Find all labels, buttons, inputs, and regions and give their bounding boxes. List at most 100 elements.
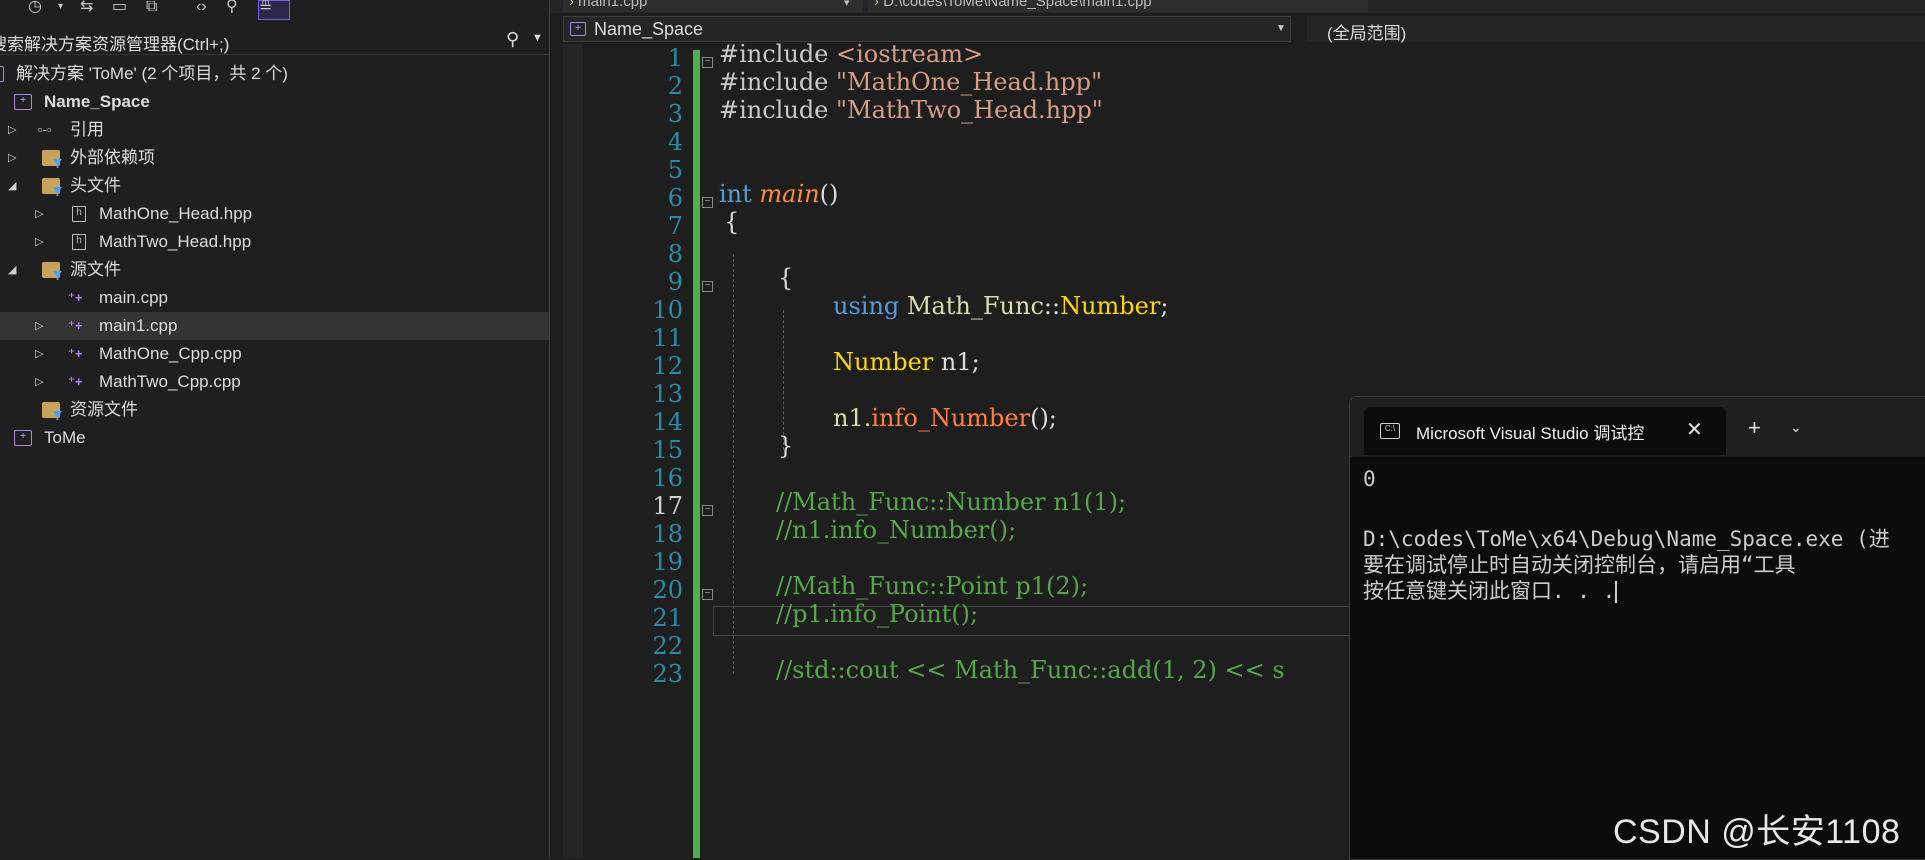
expand-arrow-icon[interactable]: ▷	[8, 144, 16, 172]
tab-file-path[interactable]: › D:\codes\ToMe\Name_Space\main1.cpp	[868, 0, 1368, 12]
project-dropdown-label: Name_Space	[594, 19, 704, 39]
sync-icon[interactable]: ⇆	[80, 0, 93, 18]
code-line-23: //std::cout << Math_Func::add(1, 2) << s	[776, 656, 1285, 684]
line-number-current: 17	[652, 492, 683, 520]
code-line-2: #include "MathOne_Head.hpp"	[719, 68, 1103, 96]
tree-item-source-files[interactable]: ◢ 源文件	[0, 256, 549, 284]
fold-toggle-icon[interactable]: −	[702, 505, 713, 516]
cpp-file-icon: ⁺+	[68, 290, 83, 305]
tree-item-label: 引用	[70, 120, 104, 139]
tab-label: D:\codes\ToMe\Name_Space\main1.cpp	[883, 0, 1152, 10]
line-number: 5	[667, 156, 683, 184]
fold-toggle-icon[interactable]: −	[702, 589, 713, 600]
tree-item-main1-cpp[interactable]: ▷ ⁺+ main1.cpp	[0, 312, 549, 340]
line-number: 10	[652, 296, 683, 324]
cpp-project-icon: +	[570, 22, 586, 36]
line-number: 20	[652, 576, 683, 604]
fold-toggle-icon[interactable]: −	[702, 281, 713, 292]
solution-explorer-panel: ◷ ▾ ⇆ ▭ ⧉ ‹› ⚲ ≞ 搜索解决方案资源管理器(Ctrl+;) ⚲ ▼…	[0, 0, 550, 858]
tree-item-mathtwo-cpp[interactable]: ▷ ⁺+ MathTwo_Cpp.cpp	[0, 368, 549, 396]
expand-arrow-icon[interactable]: ▷	[35, 200, 43, 228]
tab-main1-cpp[interactable]: › main1.cpp	[563, 0, 863, 12]
indent-guide	[783, 310, 784, 450]
cpp-file-icon: ⁺+	[68, 374, 83, 389]
external-deps-icon	[42, 150, 60, 166]
console-output-line: 0	[1363, 467, 1376, 491]
line-number: 19	[652, 548, 683, 576]
cpp-file-icon: ⁺+	[68, 346, 83, 361]
fold-toggle-icon[interactable]: −	[702, 57, 713, 68]
change-tracking-bar	[693, 50, 700, 858]
chevron-down-icon[interactable]: ▼	[1276, 23, 1286, 34]
debug-console-window[interactable]: C:\ Microsoft Visual Studio 调试控 ✕ + ⌄ 0 …	[1349, 396, 1925, 860]
filter-folder-icon	[42, 178, 60, 194]
tree-item-header-files[interactable]: ◢ 头文件	[0, 172, 549, 200]
header-file-icon: h	[72, 234, 86, 250]
expand-arrow-icon[interactable]: ▷	[35, 312, 43, 340]
line-number: 1	[667, 44, 683, 72]
tree-item-mathone-head[interactable]: ▷ h MathOne_Head.hpp	[0, 200, 549, 228]
show-all-files-icon[interactable]: ⧉	[146, 0, 157, 18]
close-icon[interactable]: ✕	[1686, 417, 1703, 442]
tree-item-label: 资源文件	[70, 400, 138, 419]
collapse-icon[interactable]: ▭	[112, 0, 127, 18]
watermark: CSDN @长安1108	[1613, 813, 1901, 851]
line-number: 18	[652, 520, 683, 548]
solution-icon	[0, 66, 4, 82]
code-line-9: {	[778, 264, 794, 292]
line-number: 2	[667, 72, 683, 100]
chevron-down-icon[interactable]: ▾	[844, 0, 850, 9]
solution-search-placeholder: 搜索解决方案资源管理器(Ctrl+;)	[0, 35, 230, 54]
code-line-12: Number n1;	[833, 348, 980, 376]
code-line-7: {	[724, 208, 740, 236]
solution-search-box[interactable]: 搜索解决方案资源管理器(Ctrl+;) ⚲ ▼	[0, 26, 549, 55]
tree-item-resource-files[interactable]: 资源文件	[0, 396, 549, 424]
tree-item-mathone-cpp[interactable]: ▷ ⁺+ MathOne_Cpp.cpp	[0, 340, 549, 368]
tree-item-label: MathOne_Head.hpp	[99, 204, 253, 223]
code-line-14: n1.info_Number();	[833, 404, 1057, 432]
terminal-icon: C:\	[1380, 423, 1400, 439]
console-tab-bar: C:\ Microsoft Visual Studio 调试控 ✕ + ⌄	[1350, 397, 1925, 457]
tree-item-references[interactable]: ▷ ▫-▫ 引用	[0, 116, 549, 144]
collapse-arrow-icon[interactable]: ◢	[8, 172, 16, 200]
code-line-1: #include <iostream>	[719, 40, 984, 68]
tree-item-project-tome[interactable]: + ToMe	[0, 424, 549, 452]
code-view-icon[interactable]: ‹›	[196, 0, 207, 18]
scope-dropdown-label: (全局范围)	[1327, 24, 1407, 43]
expand-arrow-icon[interactable]: ▷	[35, 228, 43, 256]
line-number: 11	[652, 324, 683, 352]
expand-arrow-icon[interactable]: ▷	[35, 368, 43, 396]
tab-label: main1.cpp	[578, 0, 648, 10]
project-dropdown[interactable]: + Name_Space ▼	[563, 16, 1291, 42]
tree-item-label: 源文件	[70, 260, 121, 279]
cpp-project-icon: +	[14, 430, 32, 446]
tree-item-mathtwo-head[interactable]: ▷ h MathTwo_Head.hpp	[0, 228, 549, 256]
tree-item-label: Name_Space	[44, 92, 150, 111]
scope-dropdown[interactable]: (全局范围)	[1307, 16, 1925, 43]
chevron-down-icon[interactable]: ▼	[532, 32, 543, 44]
line-number: 12	[652, 352, 683, 380]
fold-toggle-icon[interactable]: −	[702, 197, 713, 208]
code-line-10: using Math_Func::Number;	[833, 292, 1169, 320]
tree-item-solution[interactable]: 解决方案 'ToMe' (2 个项目，共 2 个)	[0, 60, 549, 88]
console-tab-title: Microsoft Visual Studio 调试控	[1416, 424, 1645, 443]
history-icon[interactable]: ◷	[28, 0, 42, 18]
tree-item-label: MathTwo_Cpp.cpp	[99, 372, 241, 391]
tree-item-label: ToMe	[44, 428, 86, 447]
file-modified-icon: ›	[874, 0, 879, 10]
collapse-arrow-icon[interactable]: ◢	[8, 256, 16, 284]
expand-arrow-icon[interactable]: ▷	[35, 340, 43, 368]
search-icon[interactable]: ⚲	[506, 29, 519, 50]
chevron-down-icon[interactable]: ▾	[58, 0, 63, 18]
preview-selected-icon[interactable]: ≞	[258, 0, 290, 20]
tree-item-label: 头文件	[70, 176, 121, 195]
chevron-down-icon[interactable]: ⌄	[1790, 419, 1802, 436]
properties-wrench-icon[interactable]: ⚲	[226, 0, 238, 18]
tree-item-external-deps[interactable]: ▷ 外部依赖项	[0, 144, 549, 172]
code-line-20: //Math_Func::Point p1(2);	[776, 572, 1089, 600]
new-tab-plus-icon[interactable]: +	[1748, 415, 1761, 441]
tree-item-main-cpp[interactable]: ⁺+ main.cpp	[0, 284, 549, 312]
expand-arrow-icon[interactable]: ▷	[8, 116, 16, 144]
tree-item-project-name-space[interactable]: + Name_Space	[0, 88, 549, 116]
console-tab[interactable]: C:\ Microsoft Visual Studio 调试控 ✕	[1364, 407, 1726, 455]
